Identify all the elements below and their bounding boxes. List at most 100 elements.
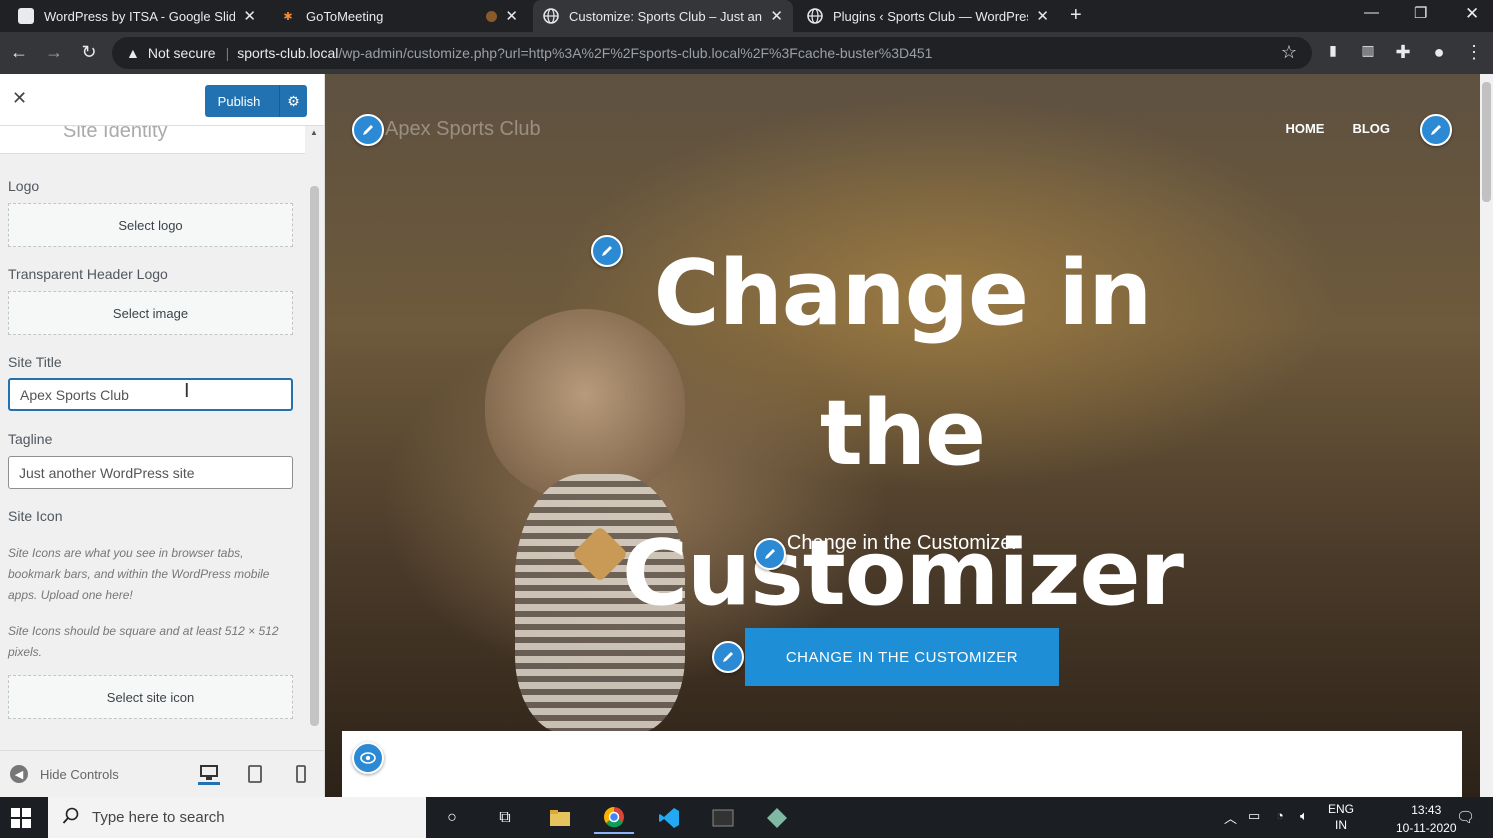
edit-hero-button-pencil-icon[interactable] [712, 641, 744, 673]
scroll-up-icon[interactable]: ▲ [310, 128, 318, 137]
site-icon-description: Site Icons are what you see in browser t… [8, 546, 270, 602]
tagline-input[interactable]: Just another WordPress site [8, 456, 293, 489]
tab-plugins[interactable]: Plugins ‹ Sports Club — WordPress ✕ [797, 0, 1059, 32]
close-tab-icon[interactable]: ✕ [770, 7, 783, 25]
nav-home-link[interactable]: HOME [1285, 121, 1324, 136]
minimize-icon[interactable]: — [1364, 4, 1379, 21]
close-customizer-icon[interactable]: ✕ [12, 88, 27, 109]
security-label: Not secure [147, 45, 216, 61]
hide-controls-button[interactable]: ◀ Hide Controls [10, 765, 119, 783]
address-bar[interactable]: ▲ Not secure | sports-club.local /wp-adm… [112, 37, 1312, 69]
bookmark-star-icon[interactable]: ☆ [1278, 42, 1300, 63]
site-preview: Apex Sports Club HOME BLOG Change in the… [325, 74, 1480, 797]
extension-chart-icon[interactable]: ▥ [1357, 42, 1379, 59]
desktop-preview-icon[interactable] [198, 763, 220, 785]
vscode-icon[interactable] [649, 802, 689, 834]
site-icon-size-hint: Site Icons should be square and at least… [8, 624, 279, 659]
terminal-icon[interactable] [703, 802, 743, 834]
site-navigation: HOME BLOG [1285, 121, 1390, 136]
tab-gotomeeting[interactable]: ✱ GoToMeeting ✕ [270, 0, 528, 32]
publish-label: Publish [217, 93, 261, 109]
site-logo-text[interactable]: Apex Sports Club [385, 118, 541, 141]
tab-title: GoToMeeting [306, 8, 384, 24]
reload-icon[interactable]: ↻ [78, 42, 100, 63]
sidebar-scrollbar[interactable]: ▲ [308, 128, 321, 744]
search-icon [62, 807, 80, 829]
wifi-icon[interactable]: ◔ [1276, 808, 1284, 823]
profile-icon[interactable]: ● [1428, 42, 1450, 63]
browser-tab-strip: WordPress by ITSA - Google Slides ✕ ✱ Go… [0, 0, 1493, 32]
hero-subtitle: Change in the Customizer [786, 532, 1019, 554]
select-image-button[interactable]: Select image [8, 291, 293, 335]
chrome-icon[interactable] [594, 802, 634, 834]
new-tab-button[interactable]: + [1070, 4, 1082, 27]
cortana-icon[interactable]: ○ [432, 802, 472, 834]
globe-favicon-icon [807, 8, 823, 24]
clock-time: 13:43 [1411, 803, 1442, 817]
url-host: sports-club.local [237, 45, 339, 61]
close-tab-icon[interactable]: ✕ [505, 7, 518, 25]
publish-button[interactable]: Publish ⚙ [205, 85, 307, 117]
notifications-icon[interactable]: 🗨︎ [1456, 808, 1475, 826]
restore-icon[interactable]: ❐ [1414, 4, 1427, 22]
site-icon-label: Site Icon [8, 508, 63, 524]
task-view-icon[interactable]: ⧉ [485, 802, 525, 834]
tab-title: Plugins ‹ Sports Club — WordPress [833, 8, 1029, 24]
forward-arrow-icon[interactable]: → [43, 42, 65, 63]
nav-blog-link[interactable]: BLOG [1352, 121, 1390, 136]
hero-title: Change in the Customizer [622, 241, 1184, 626]
back-arrow-icon[interactable]: ← [8, 42, 30, 63]
transparent-header-logo-label: Transparent Header Logo [8, 266, 168, 282]
site-title-input[interactable]: Apex Sports Club [8, 378, 293, 411]
recording-indicator-icon [486, 10, 498, 22]
region-code: IN [1335, 818, 1347, 832]
extension-icon[interactable]: ▮ [1322, 42, 1344, 59]
mobile-preview-icon[interactable] [290, 763, 312, 785]
tab-google-slides[interactable]: WordPress by ITSA - Google Slides ✕ [8, 0, 266, 32]
tab-customize[interactable]: Customize: Sports Club – Just another Wo… [533, 0, 793, 32]
file-explorer-icon[interactable] [540, 802, 580, 834]
browser-toolbar: ← → ↻ ▲ Not secure | sports-club.local /… [0, 32, 1493, 74]
volume-icon[interactable]: 🔈︎ [1300, 808, 1308, 824]
tablet-preview-icon[interactable] [244, 763, 266, 785]
puzzle-icon[interactable]: ✚ [1392, 42, 1414, 63]
globe-favicon-icon [543, 8, 559, 24]
select-logo-button[interactable]: Select logo [8, 203, 293, 247]
scrollbar-thumb[interactable] [310, 186, 319, 726]
tab-title: Customize: Sports Club – Just another Wo… [569, 8, 762, 24]
edit-menu-pencil-icon[interactable] [1420, 114, 1452, 146]
divider: | [225, 45, 230, 61]
warning-icon: ▲ [126, 45, 140, 61]
visibility-eye-icon[interactable] [352, 742, 384, 774]
preview-scrollbar[interactable] [1480, 74, 1493, 797]
scrollbar-thumb[interactable] [1482, 82, 1491, 202]
customizer-sidebar: ✕ Publish ⚙ Site Identity Logo Select lo… [0, 74, 325, 797]
site-title-label: Site Title [8, 354, 62, 370]
language-code: ENG [1328, 802, 1355, 816]
text-cursor-icon: I [184, 380, 190, 402]
close-tab-icon[interactable]: ✕ [243, 7, 256, 25]
content-area [342, 731, 1462, 797]
tab-title: WordPress by ITSA - Google Slides [44, 8, 236, 24]
window-close-icon[interactable]: ✕ [1465, 4, 1479, 24]
url-path: /wp-admin/customize.php?url=http%3A%2F%2… [338, 45, 933, 61]
section-title: Site Identity [0, 126, 305, 154]
hero-cta-button[interactable]: CHANGE IN THE CUSTOMIZER [745, 628, 1059, 686]
app-diamond-icon[interactable] [757, 802, 797, 834]
logo-label: Logo [8, 178, 40, 194]
edit-site-title-pencil-icon[interactable] [352, 114, 384, 146]
gear-icon[interactable]: ⚙ [279, 85, 307, 117]
battery-icon[interactable]: ▭ [1248, 808, 1260, 824]
taskbar-search-box[interactable]: Type here to search [48, 797, 426, 838]
select-site-icon-button[interactable]: Select site icon [8, 675, 293, 719]
tray-chevron-icon[interactable]: ︿ [1224, 808, 1237, 827]
section-title-text: Site Identity [63, 126, 168, 142]
hide-controls-label: Hide Controls [40, 766, 119, 782]
tagline-label: Tagline [8, 431, 53, 447]
close-tab-icon[interactable]: ✕ [1036, 7, 1049, 25]
more-menu-icon[interactable]: ⋮ [1463, 42, 1485, 63]
language-indicator[interactable]: ENG IN [1328, 801, 1354, 833]
taskbar-clock[interactable]: 13:43 10-11-2020 [1396, 801, 1457, 837]
gotomeeting-favicon-icon: ✱ [283, 10, 293, 23]
windows-start-icon[interactable] [10, 807, 32, 834]
